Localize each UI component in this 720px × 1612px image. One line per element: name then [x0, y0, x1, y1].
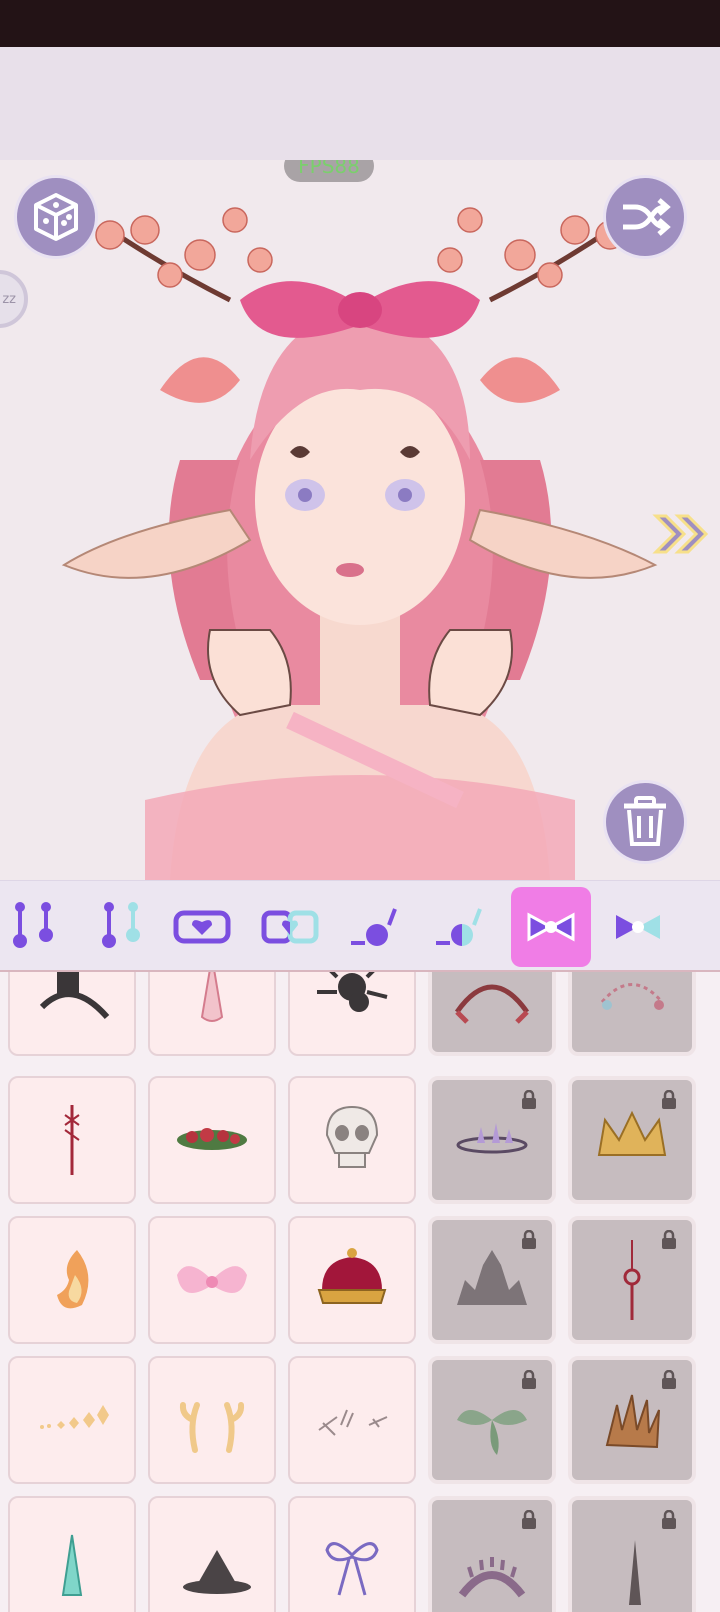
flame-ornament-icon: [57, 1250, 89, 1309]
lace-ribbon-icon: [64, 1105, 80, 1175]
category-piercing-both[interactable]: [0, 887, 72, 967]
item-ribbon-garland[interactable]: [568, 972, 696, 1056]
item-unicorn-horn[interactable]: [148, 972, 276, 1056]
character-illustration: [61, 207, 658, 880]
heart-patch-icon: [173, 910, 231, 944]
piercing-left-icon: [102, 902, 140, 948]
item-gem-chain[interactable]: [8, 1356, 136, 1484]
category-bar: [0, 880, 720, 972]
shuffle-icon: [623, 198, 671, 236]
lock-icon: [522, 1510, 536, 1529]
skull-mask-icon: [325, 1105, 379, 1168]
character-preview: FPS88: [0, 160, 720, 880]
bow-front-icon: [527, 912, 575, 942]
dice-icon: [34, 193, 78, 241]
item-crystal-tiara[interactable]: [428, 1076, 556, 1204]
item-teal-horn[interactable]: [8, 1496, 136, 1612]
category-half-ball-piercing[interactable]: [420, 887, 500, 967]
shuffle-button[interactable]: [603, 175, 687, 259]
item-pink-bow[interactable]: [148, 1216, 276, 1344]
item-lilac-bow[interactable]: [288, 1496, 416, 1612]
rose-crown-icon: [177, 1128, 247, 1150]
lock-icon: [522, 1230, 536, 1249]
gem-chain-icon: [40, 1405, 109, 1429]
item-knot-charm[interactable]: [568, 1216, 696, 1344]
lace-headband-icon: [454, 984, 530, 1024]
lock-icon: [522, 1370, 536, 1389]
teal-horn-icon: [61, 1534, 83, 1596]
double-chevron-right-icon[interactable]: [652, 510, 716, 558]
lilac-bow-icon: [325, 1542, 379, 1596]
category-ball-piercing[interactable]: [335, 887, 415, 967]
item-royal-crown[interactable]: [288, 1216, 416, 1344]
item-flame-ornament[interactable]: [8, 1216, 136, 1344]
lock-icon: [522, 1090, 536, 1109]
item-small-antlers[interactable]: [148, 1356, 276, 1484]
item-witch-hat[interactable]: [148, 1496, 276, 1612]
half-heart-patch-icon: [261, 910, 319, 944]
item-rose-crown[interactable]: [148, 1076, 276, 1204]
lock-icon: [662, 1090, 676, 1109]
randomize-button[interactable]: [14, 175, 98, 259]
fps-counter: FPS88: [284, 160, 374, 182]
ribbon-garland-icon: [600, 983, 664, 1010]
lock-icon: [662, 1370, 676, 1389]
half-ball-piercing-icon: [436, 908, 482, 946]
witch-hat-icon: [183, 1550, 251, 1594]
category-bow-front[interactable]: [511, 887, 591, 967]
category-heart-patch[interactable]: [162, 887, 242, 967]
item-spike-crown[interactable]: [428, 1216, 556, 1344]
ball-piercing-icon: [351, 908, 397, 946]
pink-bow-icon: [177, 1266, 247, 1293]
lock-icon: [662, 1230, 676, 1249]
item-thorn-crown[interactable]: [568, 1356, 696, 1484]
trash-icon: [624, 796, 666, 846]
banner-area: [0, 47, 720, 160]
item-spider[interactable]: [288, 972, 416, 1056]
delete-button[interactable]: [603, 780, 687, 864]
tower-headband-icon: [39, 972, 110, 1019]
item-dark-horn[interactable]: [568, 1496, 696, 1612]
category-half-heart-patch[interactable]: [250, 887, 330, 967]
status-bar: [0, 0, 720, 47]
scratch-marks-icon: [318, 1409, 388, 1436]
bow-back-icon: [616, 915, 660, 939]
item-lace-headband[interactable]: [428, 972, 556, 1056]
item-skull-mask[interactable]: [288, 1076, 416, 1204]
item-scratch-marks[interactable]: [288, 1356, 416, 1484]
category-bow-back[interactable]: [598, 887, 678, 967]
royal-crown-icon: [317, 1248, 387, 1304]
item-lace-ribbon[interactable]: [8, 1076, 136, 1204]
item-spiked-halo[interactable]: [428, 1496, 556, 1612]
piercing-both-icon: [13, 902, 53, 948]
item-tower-headband[interactable]: [8, 972, 136, 1056]
item-leaf-clip[interactable]: [428, 1356, 556, 1484]
item-gold-crown[interactable]: [568, 1076, 696, 1204]
category-piercing-left[interactable]: [77, 887, 157, 967]
unicorn-horn-icon: [200, 972, 224, 1022]
lock-icon: [662, 1510, 676, 1529]
small-antlers-icon: [179, 1402, 245, 1453]
spider-icon: [317, 972, 388, 1012]
item-grid: [0, 972, 720, 1612]
